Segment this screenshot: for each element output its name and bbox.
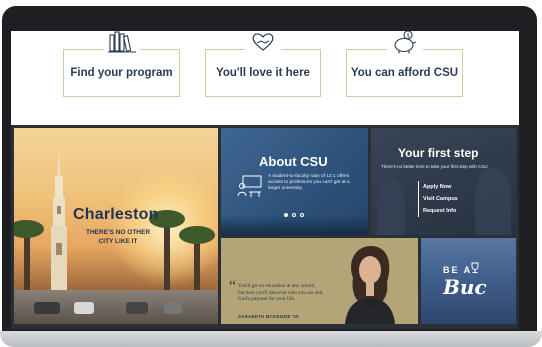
classroom-icon xyxy=(237,175,262,197)
card-label: Find your program xyxy=(70,67,173,79)
first-step-subtitle: There's no better time to take your firs… xyxy=(381,164,489,169)
quick-links-row: Find your program You'll love it here $ … xyxy=(11,31,519,124)
tile-charleston[interactable]: Charleston THERE'S NO OTHER CITY LIKE IT xyxy=(14,128,218,324)
first-step-title: Your first step xyxy=(398,146,479,160)
heart-hand-icon xyxy=(245,31,281,56)
buc-line1: BE A xyxy=(443,265,473,275)
laptop-screen: Find your program You'll love it here $ … xyxy=(11,31,519,329)
laptop-frame: Find your program You'll love it here $ … xyxy=(0,0,542,347)
car xyxy=(74,302,94,314)
carousel-dot[interactable] xyxy=(300,213,304,217)
quote-attribution: SARABETH MCKENZIE '20 xyxy=(238,314,299,319)
request-info-link[interactable]: Request Info xyxy=(423,205,458,217)
svg-text:$: $ xyxy=(406,32,410,39)
buc-word: Buc xyxy=(443,275,487,299)
feature-grid: Charleston THERE'S NO OTHER CITY LIKE IT… xyxy=(11,125,519,329)
palm-tree xyxy=(194,239,200,294)
card-love-it-here[interactable]: You'll love it here xyxy=(205,31,321,97)
tile-about-csu[interactable]: About CSU A student-to-faculty ratio of … xyxy=(221,128,368,235)
car xyxy=(126,302,148,314)
palm-tree xyxy=(164,224,170,294)
church-steeple-image xyxy=(51,148,67,298)
carousel-dots xyxy=(284,213,304,217)
quote-text: You'll get an education at any school, b… xyxy=(238,283,323,303)
tile-first-step: Your first step There's no better time t… xyxy=(371,128,516,235)
tile-student-quote[interactable]: “ You'll get an education at any school,… xyxy=(221,238,418,324)
subtitle-line: THERE'S NO OTHER xyxy=(86,229,151,236)
subtitle-line: CITY LIKE IT xyxy=(98,237,138,245)
card-find-program[interactable]: Find your program xyxy=(63,31,180,97)
card-afford-csu[interactable]: $ You can afford CSU xyxy=(346,31,463,97)
charleston-subtitle: THERE'S NO OTHER CITY LIKE IT xyxy=(86,229,150,246)
first-step-links: Apply Now Visit Campus Request Info xyxy=(418,181,458,217)
books-icon xyxy=(103,31,140,56)
tile-be-a-buc[interactable]: BE A Buc xyxy=(421,238,516,324)
quote-mark: “ xyxy=(229,278,237,295)
card-label: You can afford CSU xyxy=(350,67,459,79)
carousel-dot[interactable] xyxy=(292,213,296,217)
about-text: A student-to-faculty ratio of 12:1 offer… xyxy=(268,174,350,191)
card-label: You'll love it here xyxy=(216,67,310,79)
charleston-title: Charleston xyxy=(73,206,159,223)
trophy-icon xyxy=(471,262,479,273)
student-portrait xyxy=(345,246,395,324)
about-title: About CSU xyxy=(259,154,328,169)
palm-leaves xyxy=(179,226,215,244)
palm-tree xyxy=(24,234,30,294)
car xyxy=(34,302,60,314)
laptop-base xyxy=(0,331,542,347)
palm-leaves xyxy=(14,220,44,238)
piggy-bank-icon: $ xyxy=(386,31,423,56)
apply-now-link[interactable]: Apply Now xyxy=(423,181,458,193)
bridge-backdrop xyxy=(221,215,368,235)
car xyxy=(164,302,182,314)
visit-campus-link[interactable]: Visit Campus xyxy=(423,193,458,205)
carousel-dot[interactable] xyxy=(284,213,288,217)
